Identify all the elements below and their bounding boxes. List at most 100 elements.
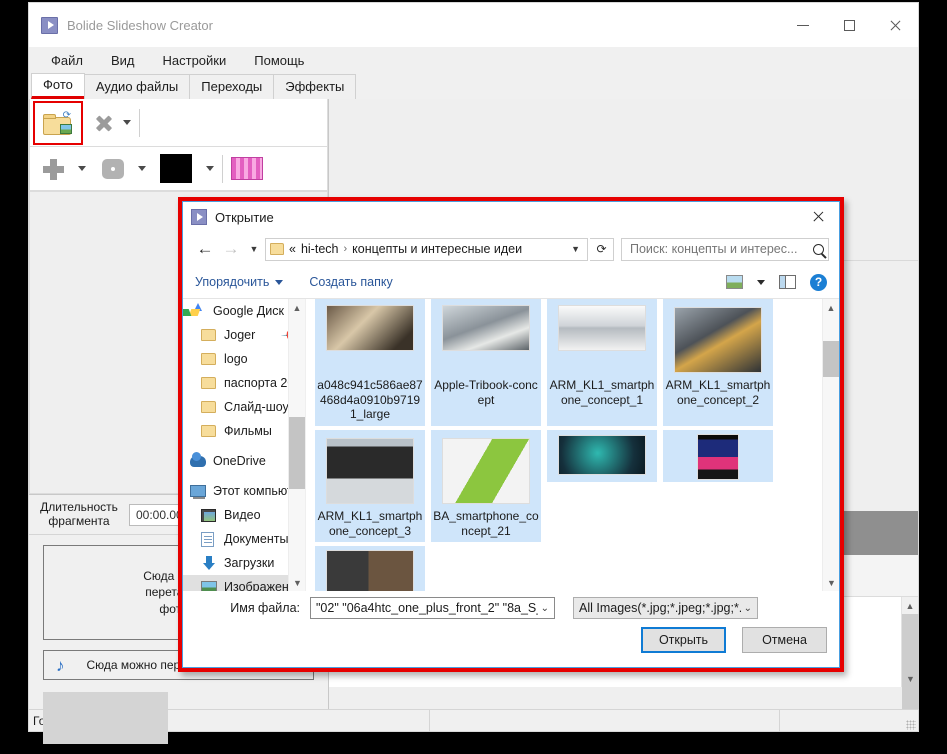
timeline-strip[interactable]: [43, 692, 168, 744]
filename-label: Имя файла:: [195, 601, 310, 615]
file-thumbnail: [556, 434, 648, 477]
back-button[interactable]: ←: [193, 237, 217, 261]
add-photos-button[interactable]: ⟳: [33, 101, 83, 145]
recent-locations-button[interactable]: ▼: [245, 237, 263, 261]
sidebar-item-pictures[interactable]: Изображения: [183, 575, 305, 591]
forward-button[interactable]: →: [219, 237, 243, 261]
downloads-icon: [201, 555, 217, 571]
view-mode-icon[interactable]: [726, 275, 743, 289]
file-thumbnail: [324, 434, 416, 508]
sidebar-item-onedrive[interactable]: OneDrive: [183, 449, 305, 473]
scroll-up-icon[interactable]: ▲: [289, 299, 305, 316]
folder-icon: [201, 375, 217, 391]
refresh-button[interactable]: ⟳: [590, 238, 614, 261]
new-folder-button[interactable]: Создать папку: [309, 275, 392, 289]
sidebar-item-films[interactable]: Фильмы: [183, 419, 305, 443]
tab-effects[interactable]: Эффекты: [273, 74, 356, 99]
menu-item-file[interactable]: Файл: [37, 50, 97, 71]
add-plus-icon[interactable]: [42, 158, 64, 180]
scroll-down-icon[interactable]: ▼: [902, 670, 919, 687]
tab-transitions[interactable]: Переходы: [189, 74, 274, 99]
breadcrumb-prefix: «: [289, 242, 296, 256]
sidebar-item-google-drive[interactable]: Google Диск 📌: [183, 299, 305, 323]
remove-dropdown-caret-icon[interactable]: [123, 120, 131, 125]
sidebar-item-video[interactable]: Видео: [183, 503, 305, 527]
preview-pane-icon[interactable]: [779, 275, 796, 289]
chevron-down-icon[interactable]: ▼: [571, 244, 583, 254]
sidebar-item-documents[interactable]: Документы: [183, 527, 305, 551]
file-item[interactable]: ARM_KL1_smartphone_concept_1: [547, 299, 657, 426]
sidebar-scrollbar[interactable]: ▲ ▼: [288, 299, 305, 591]
file-item[interactable]: BA_smartphone_concept_21: [431, 430, 541, 542]
dialog-footer: Имя файла: "02" "06a4htc_one_plus_front_…: [183, 591, 839, 667]
file-thumbnail: [324, 550, 416, 591]
dialog-content: Google Диск 📌 Joger 📌 logo паспорта 2013…: [183, 298, 839, 591]
file-item[interactable]: Apple-Tribook-concept: [431, 299, 541, 426]
tab-photo[interactable]: Фото: [31, 73, 85, 99]
scroll-up-icon[interactable]: ▲: [902, 597, 918, 614]
maximize-button[interactable]: [826, 9, 872, 41]
scroll-up-icon[interactable]: ▲: [823, 299, 839, 316]
sidebar-item-label: Документы: [224, 532, 288, 546]
file-item[interactable]: ARM_KL1_smartphone_concept_3: [315, 430, 425, 542]
sidebar-item-this-pc[interactable]: Этот компьютер: [183, 479, 305, 503]
scroll-down-icon[interactable]: ▼: [823, 574, 839, 591]
sidebar-item-joger[interactable]: Joger 📌: [183, 323, 305, 347]
file-list[interactable]: a048c941c586ae87468d4a0910b97191_large A…: [309, 299, 839, 591]
menu-item-settings[interactable]: Настройки: [149, 50, 241, 71]
file-type-filter[interactable]: All Images(*.jpg;*.jpeg;*.jpg;*.jp ⌄: [573, 597, 758, 619]
file-name: ARM_KL1_smartphone_concept_1: [547, 377, 657, 411]
sidebar-item-passports-2013[interactable]: паспорта 2013 г: [183, 371, 305, 395]
chevron-down-icon[interactable]: ⌄: [538, 603, 552, 614]
scrollbar-thumb[interactable]: [289, 417, 305, 489]
right-pane-scrollbar[interactable]: ▲ ▼: [901, 597, 918, 687]
file-item[interactable]: ARM_KL1_smartphone_concept_2: [663, 299, 773, 426]
file-item[interactable]: a048c941c586ae87468d4a0910b97191_large: [315, 299, 425, 426]
play-logo-icon: [41, 17, 58, 34]
file-thumbnail: [324, 303, 416, 377]
tab-audio-files[interactable]: Аудио файлы: [84, 74, 190, 99]
sidebar-item-label: Фильмы: [224, 424, 272, 438]
resize-grip-icon[interactable]: [906, 720, 916, 730]
breadcrumb-part-1[interactable]: концепты и интересные идеи: [352, 242, 522, 256]
sidebar-item-logo[interactable]: logo: [183, 347, 305, 371]
file-item[interactable]: [315, 546, 425, 591]
file-list-scrollbar[interactable]: ▲ ▼: [822, 299, 839, 591]
open-button[interactable]: Открыть: [641, 627, 726, 653]
shape-dropdown-caret-icon[interactable]: [138, 166, 146, 171]
sidebar-item-slideshow[interactable]: Слайд-шоу: [183, 395, 305, 419]
dialog-buttons: Открыть Отмена: [641, 627, 827, 653]
status-cell-3: [779, 710, 918, 732]
organize-label: Упорядочить: [195, 275, 269, 289]
help-icon[interactable]: ?: [810, 274, 827, 291]
menu-item-view[interactable]: Вид: [97, 50, 149, 71]
minimize-button[interactable]: [780, 9, 826, 41]
search-input[interactable]: Поиск: концепты и интерес...: [630, 242, 813, 256]
color-swatch[interactable]: [160, 154, 192, 183]
breadcrumb[interactable]: « hi-tech › концепты и интересные идеи ▼: [265, 238, 588, 261]
color-dropdown-caret-icon[interactable]: [206, 166, 214, 171]
rounded-square-icon[interactable]: [102, 159, 124, 179]
cancel-button[interactable]: Отмена: [742, 627, 827, 653]
scrollbar-thumb[interactable]: [823, 341, 839, 377]
folder-icon: [270, 243, 284, 255]
film-strip-icon[interactable]: [231, 157, 263, 180]
scroll-down-icon[interactable]: ▼: [289, 574, 305, 591]
menu-item-help[interactable]: Помощь: [240, 50, 318, 71]
chevron-down-icon[interactable]: [757, 280, 765, 285]
file-item[interactable]: [663, 430, 773, 482]
dialog-close-button[interactable]: [797, 202, 839, 232]
sidebar-item-downloads[interactable]: Загрузки: [183, 551, 305, 575]
remove-x-icon[interactable]: [95, 114, 113, 132]
scrollbar-thumb[interactable]: [902, 614, 919, 709]
file-item[interactable]: [547, 430, 657, 482]
organize-button[interactable]: Упорядочить: [195, 275, 283, 289]
folder-icon: [201, 399, 217, 415]
chevron-down-icon[interactable]: ⌄: [741, 603, 755, 614]
file-grid: a048c941c586ae87468d4a0910b97191_large A…: [315, 299, 821, 591]
search-box[interactable]: Поиск: концепты и интерес...: [621, 238, 829, 261]
filename-input[interactable]: "02" "06a4htc_one_plus_front_2" "8a_S_oR…: [310, 597, 555, 619]
breadcrumb-part-0[interactable]: hi-tech: [301, 242, 339, 256]
close-button[interactable]: [872, 9, 918, 41]
add-dropdown-caret-icon[interactable]: [78, 166, 86, 171]
